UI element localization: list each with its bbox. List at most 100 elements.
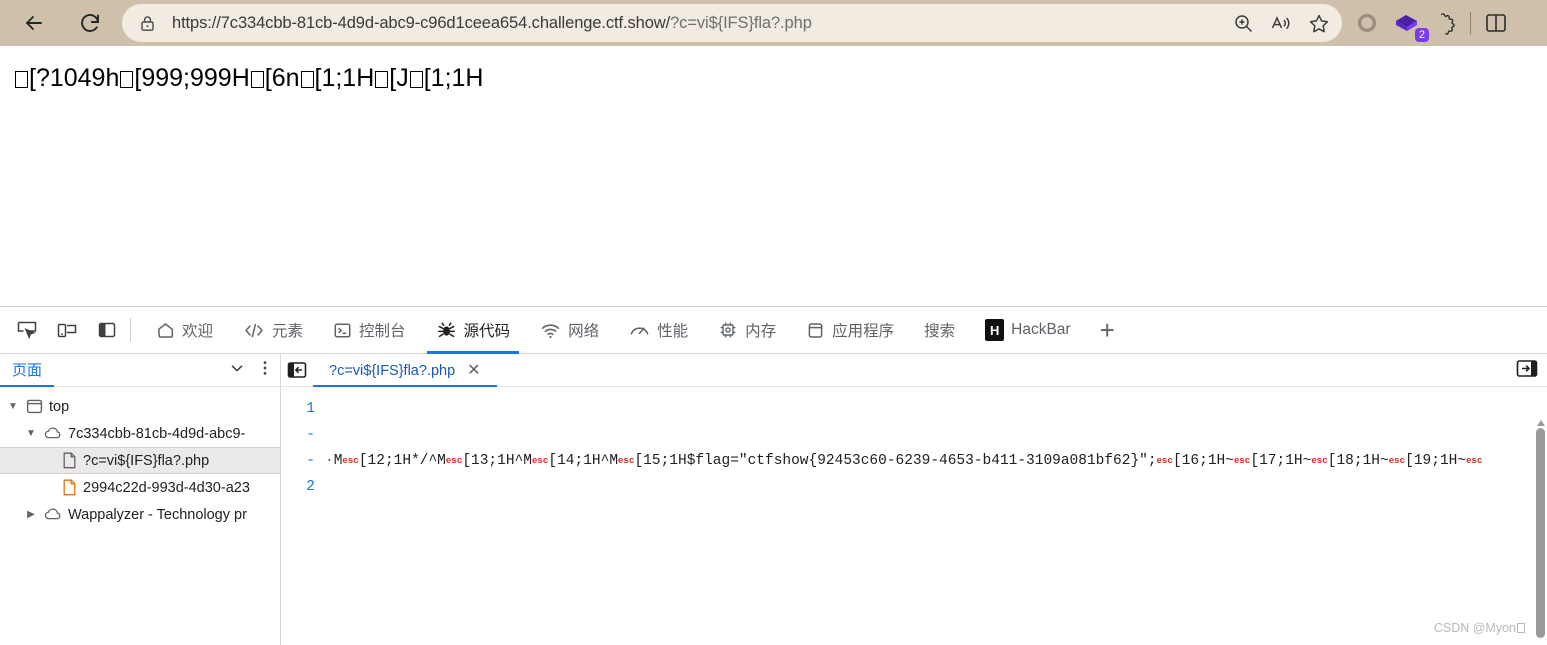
inspect-element-icon[interactable] xyxy=(10,313,44,347)
performance-gauge-icon xyxy=(629,321,650,340)
devtools-tab-6[interactable]: 内存 xyxy=(703,307,791,354)
editor-tab[interactable]: ?c=vi${IFS}fla?.php ✕ xyxy=(313,354,497,387)
watermark-tofu-glyph xyxy=(1517,623,1525,633)
navigator-header: 页面 xyxy=(0,354,280,387)
wrapped-line-marker: - xyxy=(306,427,315,443)
devtools-tab-label: 内存 xyxy=(745,323,777,340)
sources-navigator: 页面 ▼ top ▼ 7c334cbb-81cb-4d9d-abc9- ?c=v… xyxy=(0,354,281,645)
line-number: 2 xyxy=(306,479,315,495)
file-tree-item-label: 2994c22d-993d-4d30-a23 xyxy=(83,479,250,496)
escape-control-glyph: esc xyxy=(618,455,635,466)
devtools-tool-buttons xyxy=(0,313,124,347)
chevron-down-icon[interactable] xyxy=(228,359,246,382)
tree-twirl-icon[interactable] xyxy=(24,509,38,520)
show-panel-icon[interactable] xyxy=(1515,358,1539,385)
console-prompt-icon xyxy=(333,321,352,340)
code-text: M xyxy=(333,453,343,469)
editor-tab-label: ?c=vi${IFS}fla?.php xyxy=(329,362,456,379)
code-content: ·Mesc[12;1H*/^Mesc[13;1H^Mesc[14;1H^Mesc… xyxy=(325,387,1547,645)
source-editor: ?c=vi${IFS}fla?.php ✕ 1--2 ·Mesc[12;1H*/… xyxy=(281,354,1547,645)
tabbar-divider xyxy=(130,318,131,342)
tofu-glyph xyxy=(300,71,314,88)
devtools-tab-1[interactable]: 元素 xyxy=(228,307,318,354)
devtools-tab-4[interactable]: 网络 xyxy=(525,307,614,354)
collections-icon[interactable]: 2 xyxy=(1386,7,1429,42)
omnibox-actions xyxy=(1226,7,1336,39)
read-aloud-icon[interactable] xyxy=(1264,7,1298,39)
cloud-icon xyxy=(43,426,63,441)
tofu-glyph xyxy=(120,71,134,88)
devtools-panel: 欢迎 元素 控制台 源代码 网络 性能 内存 应用程序 搜索 H HackBar + 页面 xyxy=(0,306,1547,645)
show-navigator-icon[interactable] xyxy=(281,354,313,386)
file-tree-item[interactable]: Wappalyzer - Technology pr xyxy=(0,501,280,528)
file-tree-item-label: ?c=vi${IFS}fla?.php xyxy=(83,452,210,469)
tofu-glyph xyxy=(375,71,389,88)
scrollbar-thumb[interactable] xyxy=(1536,428,1545,638)
watermark: CSDN @Myon xyxy=(1434,621,1525,635)
file-tree-item[interactable]: 7c334cbb-81cb-4d9d-abc9- xyxy=(0,420,280,447)
file-tree-item[interactable]: 2994c22d-993d-4d30-a23 xyxy=(0,474,280,501)
devtools-tab-3[interactable]: 源代码 xyxy=(421,307,526,354)
reload-icon xyxy=(81,14,99,32)
copilot-icon[interactable] xyxy=(1350,7,1384,39)
devtools-tab-2[interactable]: 控制台 xyxy=(318,307,421,354)
navigator-tab-page[interactable]: 页面 xyxy=(0,354,55,387)
escape-control-glyph: esc xyxy=(531,455,549,466)
tofu-glyph xyxy=(15,71,28,88)
back-button[interactable] xyxy=(14,3,54,43)
memory-chip-icon xyxy=(718,320,738,340)
devtools-tabs: 欢迎 元素 控制台 源代码 网络 性能 内存 应用程序 搜索 H HackBar xyxy=(141,307,1086,354)
more-vertical-icon[interactable] xyxy=(256,359,274,382)
code-brackets-icon xyxy=(243,321,265,340)
editor-scrollbar[interactable] xyxy=(1534,420,1547,645)
file-tree-item-label: Wappalyzer - Technology pr xyxy=(68,506,247,523)
favorite-star-icon[interactable] xyxy=(1302,7,1336,39)
extensions-icon[interactable] xyxy=(1428,7,1462,39)
address-bar[interactable]: https://7c334cbb-81cb-4d9d-abc9-c96d1cee… xyxy=(122,4,1342,42)
devtools-tab-hackbar[interactable]: H HackBar xyxy=(970,307,1085,354)
devtools-tab-7[interactable]: 应用程序 xyxy=(791,307,909,354)
escape-text: [1;1H xyxy=(423,64,484,92)
page-viewport: [?1049h [999;999H [6n [1;1H [J [1;1H xyxy=(0,46,1547,306)
editor-tabstrip: ?c=vi${IFS}fla?.php ✕ xyxy=(281,354,1547,387)
hackbar-logo: H xyxy=(985,319,1005,341)
escape-text: [J xyxy=(389,64,409,92)
back-arrow-icon xyxy=(26,16,42,30)
lock-icon xyxy=(130,14,164,33)
code-text: [17;1H~ xyxy=(1250,453,1312,469)
file-tree-item-label: 7c334cbb-81cb-4d9d-abc9- xyxy=(68,425,246,442)
devtools-tab-label: 控制台 xyxy=(359,323,406,340)
devtools-tab-label: 搜索 xyxy=(924,323,956,340)
dock-side-icon[interactable] xyxy=(90,313,124,347)
file-tree-item-label: top xyxy=(49,398,70,415)
reload-button[interactable] xyxy=(70,3,110,43)
code-area[interactable]: 1--2 ·Mesc[12;1H*/^Mesc[13;1H^Mesc[14;1H… xyxy=(281,387,1547,645)
file-tree-item-selected[interactable]: ?c=vi${IFS}fla?.php xyxy=(0,447,280,474)
tree-twirl-icon[interactable] xyxy=(24,428,38,439)
browser-window: https://7c334cbb-81cb-4d9d-abc9-c96d1cee… xyxy=(0,0,1547,645)
device-toolbar-icon[interactable] xyxy=(50,313,84,347)
devtools-tab-8[interactable]: 搜索 xyxy=(909,307,970,354)
devtools-tab-5[interactable]: 性能 xyxy=(614,307,703,354)
code-text: [12;1H*/^M xyxy=(358,453,446,469)
devtools-tab-label: 源代码 xyxy=(463,323,511,340)
wrapped-line-marker: - xyxy=(306,453,315,469)
devtools-tab-label: 元素 xyxy=(272,323,304,340)
file-tree-item[interactable]: top xyxy=(0,393,280,420)
zoom-icon[interactable] xyxy=(1226,7,1260,39)
navigator-header-actions xyxy=(228,359,274,382)
escape-control-glyph: esc xyxy=(445,455,463,466)
scroll-up-arrow-icon[interactable] xyxy=(1537,420,1545,426)
frame-icon xyxy=(25,398,44,415)
devtools-tab-0[interactable]: 欢迎 xyxy=(141,307,228,354)
escape-text: [999;999H xyxy=(134,64,250,92)
close-icon[interactable]: ✕ xyxy=(467,362,480,379)
escape-control-glyph: esc xyxy=(1466,455,1483,466)
tree-twirl-icon[interactable] xyxy=(6,401,20,412)
split-screen-icon[interactable] xyxy=(1479,7,1513,39)
more-tabs-button[interactable]: + xyxy=(1086,317,1129,343)
control-dot-glyph: · xyxy=(325,453,334,469)
tofu-glyph xyxy=(409,71,423,88)
